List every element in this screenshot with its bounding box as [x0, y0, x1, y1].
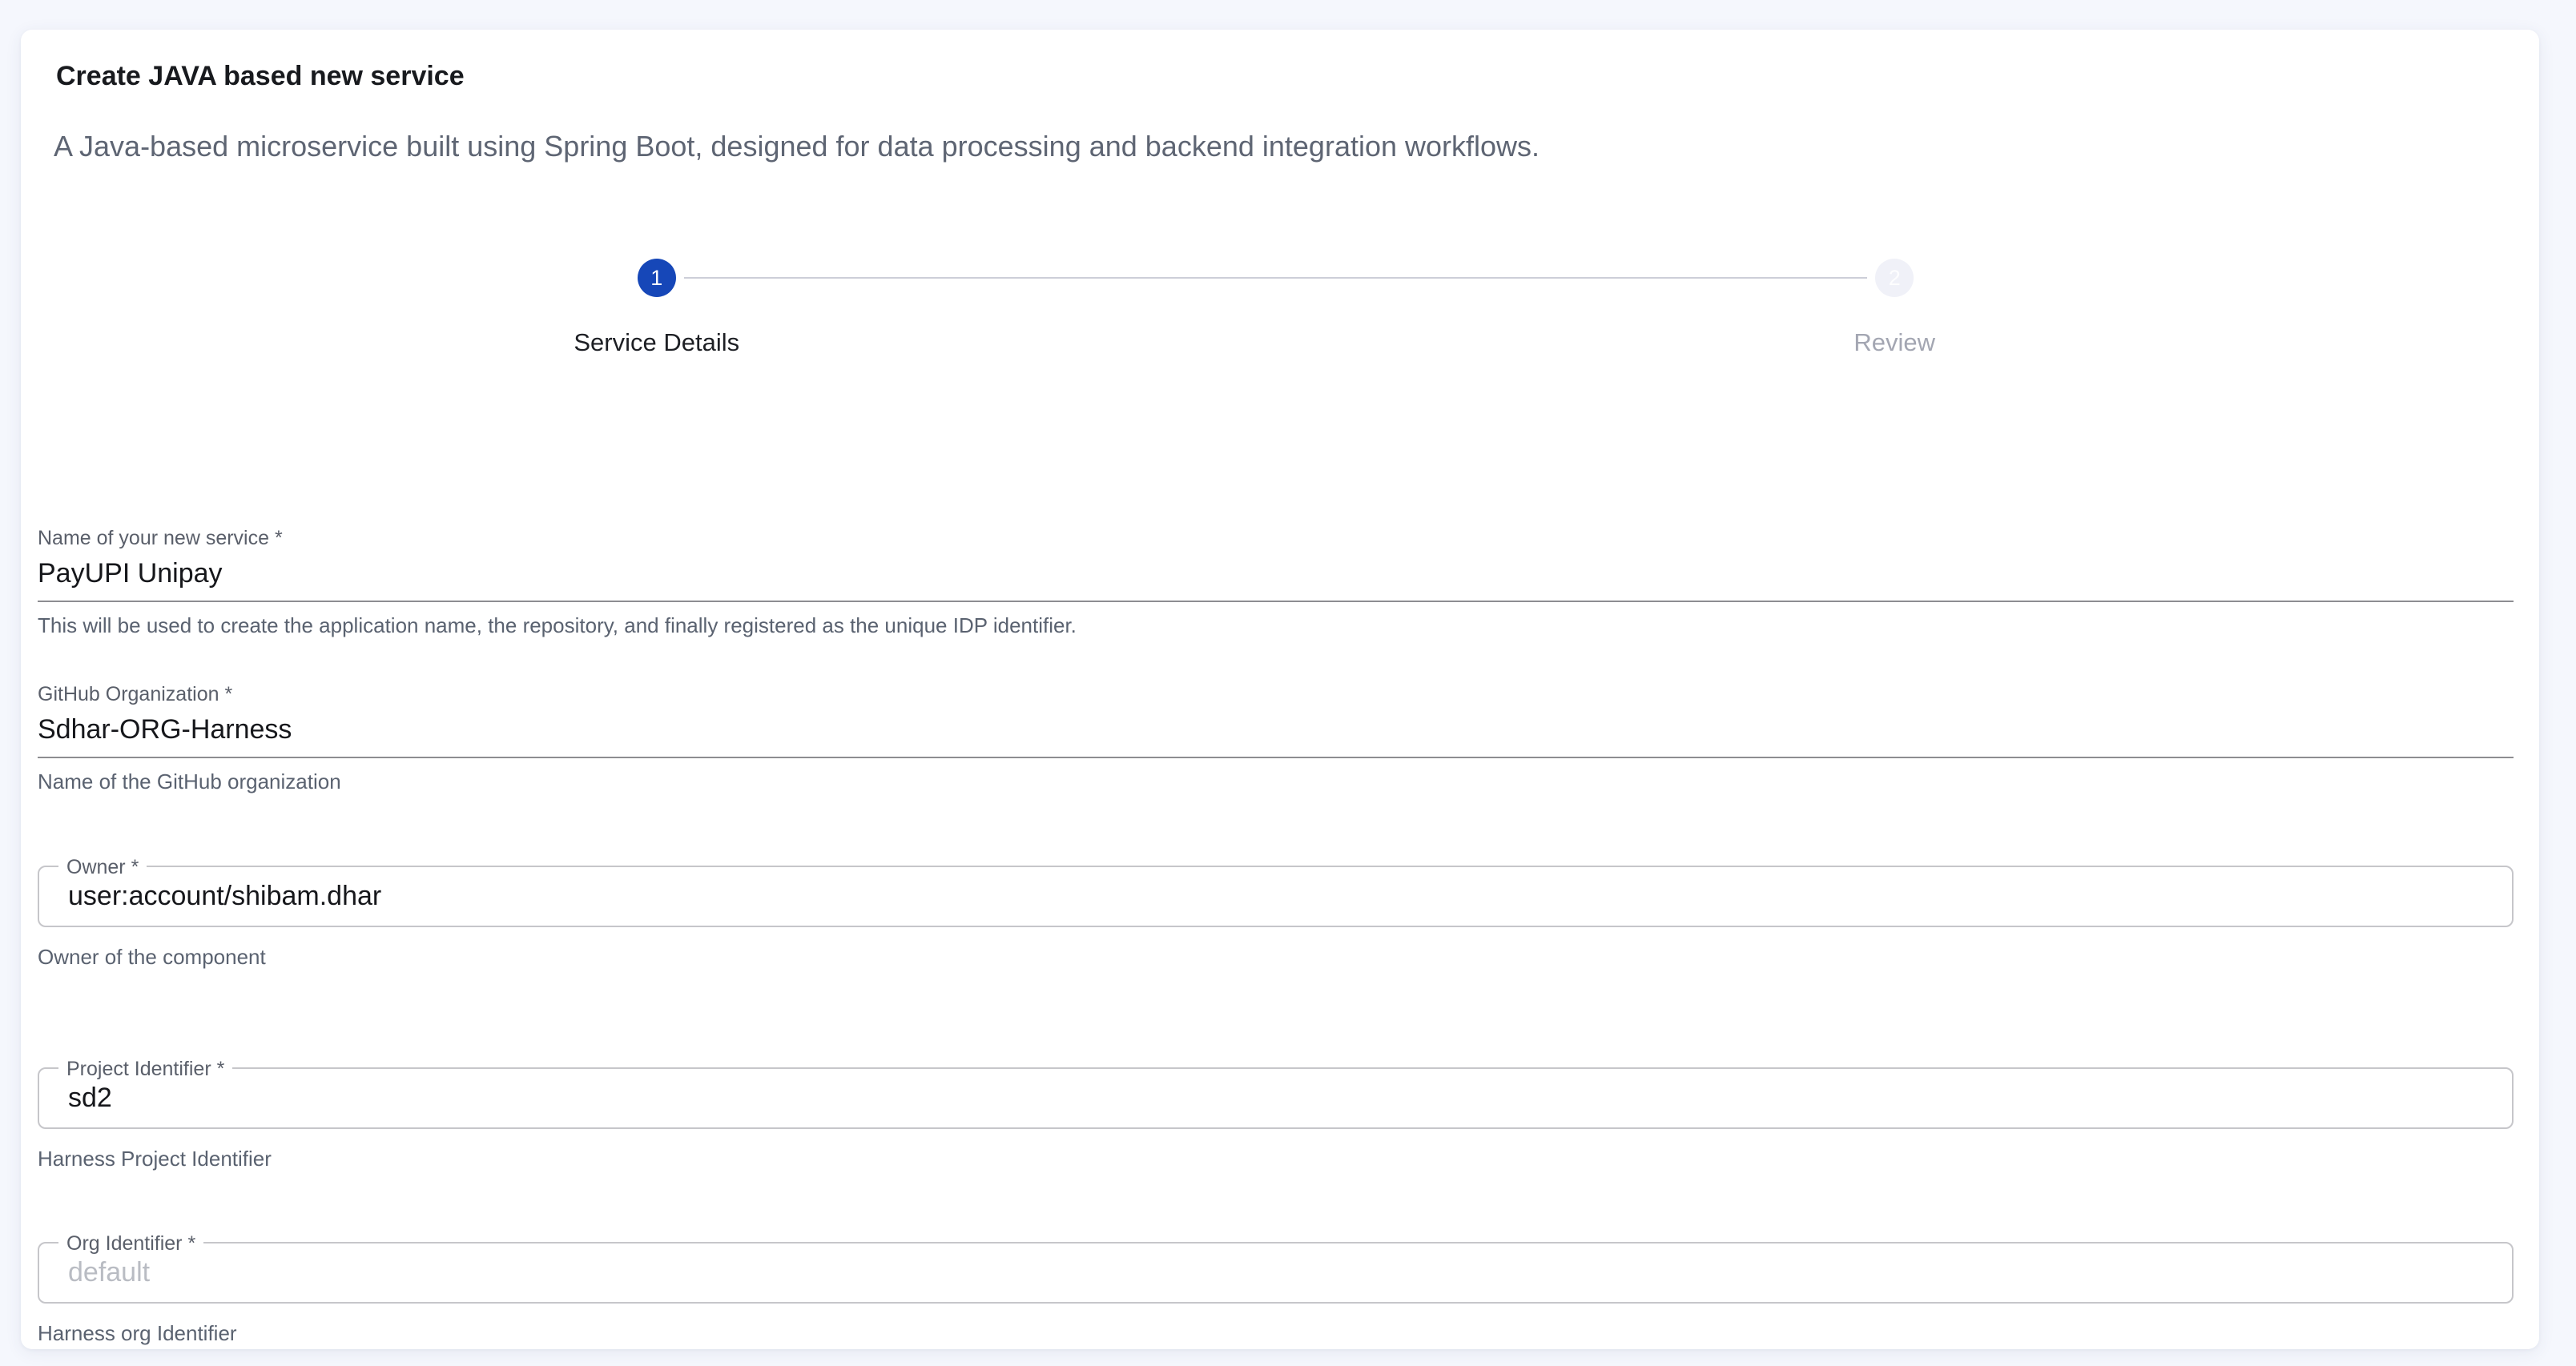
create-service-card: Create JAVA based new service A Java-bas…: [21, 30, 2539, 1349]
step-service-details: 1 Service Details: [38, 259, 1276, 359]
project-identifier-field: Project Identifier * Harness Project Ide…: [38, 1067, 2514, 1171]
owner-input[interactable]: [68, 881, 2483, 912]
wizard-stepper: 1 Service Details 2 Review: [38, 259, 2514, 359]
service-name-field: Name of your new service * This will be …: [38, 527, 2514, 637]
org-identifier-helper: Harness org Identifier: [38, 1321, 2514, 1345]
github-org-label: GitHub Organization *: [38, 683, 2514, 705]
github-org-helper: Name of the GitHub organization: [38, 769, 2514, 793]
github-org-field: GitHub Organization * Name of the GitHub…: [38, 683, 2514, 793]
service-details-form: Name of your new service * This will be …: [38, 527, 2514, 1345]
project-identifier-helper: Harness Project Identifier: [38, 1147, 2514, 1171]
org-identifier-input[interactable]: [68, 1257, 2483, 1288]
owner-input-box: Owner *: [38, 866, 2514, 927]
owner-field: Owner * Owner of the component: [38, 866, 2514, 969]
github-org-input[interactable]: [38, 705, 2514, 758]
service-name-input[interactable]: [38, 549, 2514, 602]
service-name-label: Name of your new service *: [38, 527, 2514, 549]
stepper-connector-line: [684, 277, 1868, 279]
service-name-helper: This will be used to create the applicat…: [38, 613, 2514, 637]
step-review: 2 Review: [1276, 259, 2514, 359]
step-2-label: Review: [1854, 327, 1935, 359]
org-identifier-label: Org Identifier *: [58, 1232, 203, 1255]
org-identifier-field: Org Identifier * Harness org Identifier: [38, 1242, 2514, 1345]
project-identifier-input[interactable]: [68, 1083, 2483, 1114]
step-1-label: Service Details: [574, 327, 739, 359]
project-identifier-label: Project Identifier *: [58, 1058, 232, 1080]
org-identifier-input-box: Org Identifier *: [38, 1242, 2514, 1304]
owner-label: Owner *: [58, 856, 147, 878]
project-identifier-input-box: Project Identifier *: [38, 1067, 2514, 1129]
step-1-circle: 1: [638, 259, 676, 297]
step-2-circle: 2: [1875, 259, 1914, 297]
page-description: A Java-based microservice built using Sp…: [54, 128, 2514, 165]
owner-helper: Owner of the component: [38, 945, 2514, 969]
page-title: Create JAVA based new service: [56, 60, 2514, 92]
